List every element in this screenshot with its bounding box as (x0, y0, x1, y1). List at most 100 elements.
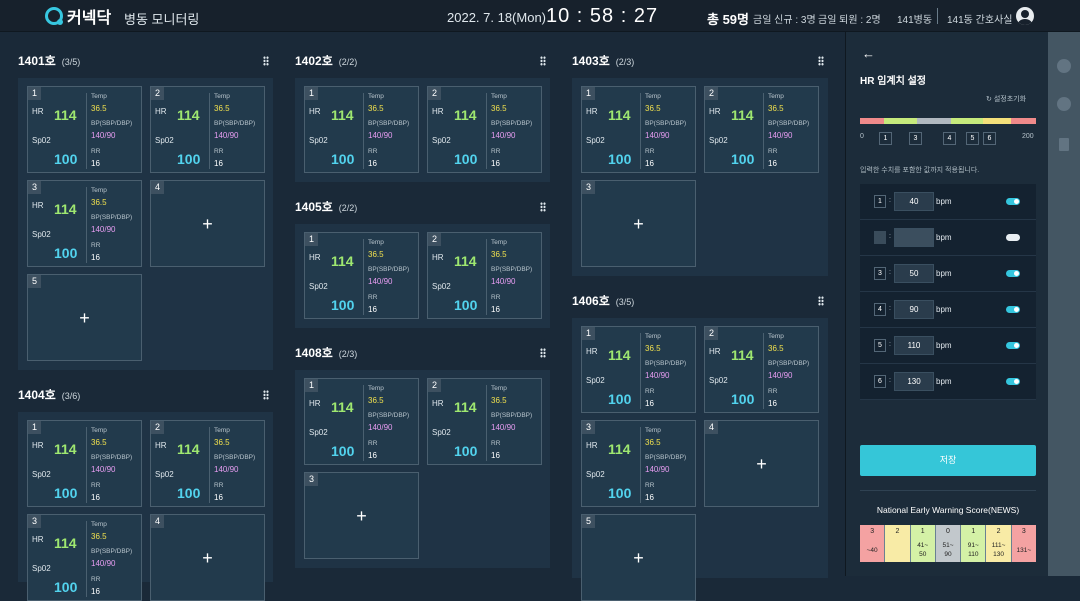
add-patient-icon[interactable]: + (633, 549, 644, 567)
bed-card[interactable]: 2 HR 114 Sp02 100 Temp 36.5 BP(SBP/DBP) 140/90 RR… (427, 86, 542, 173)
hr-label: HR (155, 107, 167, 116)
room-occupancy: (2/3) (615, 57, 635, 67)
threshold-toggle[interactable] (1006, 198, 1020, 205)
rr-value: 16 (645, 399, 654, 408)
threshold-value-input[interactable]: 50 (894, 264, 934, 283)
drag-handle-icon[interactable] (540, 202, 546, 212)
threshold-unit: bpm (936, 269, 952, 278)
bed-card[interactable]: 2 HR 114 Sp02 100 Temp 36.5 BP(SBP/DBP) 140/90 RR… (150, 420, 265, 507)
back-arrow-icon[interactable]: ← (862, 46, 875, 61)
room-card: 1402호 (2/2) 1 HR 114 Sp02 100 Temp 36.5 BP(SBP/DB… (295, 54, 550, 182)
threshold-value-input[interactable]: 110 (894, 336, 934, 355)
room-name: 1401호 (18, 54, 56, 68)
drag-handle-icon[interactable] (818, 296, 824, 306)
empty-bed-slot[interactable]: 3 + (581, 180, 696, 267)
user-avatar-icon[interactable] (1016, 7, 1034, 25)
bed-card[interactable]: 2 HR 114 Sp02 100 Temp 36.5 BP(SBP/DBP) 140/90 RR… (704, 326, 819, 413)
add-patient-icon[interactable]: + (202, 215, 213, 233)
threshold-row: 4:90 bpm (860, 292, 1036, 328)
threshold-toggle[interactable] (1006, 378, 1020, 385)
spo2-label: Sp02 (32, 136, 51, 145)
bp-value: 140/90 (768, 131, 793, 140)
spo2-value: 100 (608, 391, 632, 407)
threshold-color-bar (860, 118, 1036, 124)
temp-label: Temp (214, 93, 230, 100)
threshold-toggle[interactable] (1006, 270, 1020, 277)
bed-divider (763, 93, 764, 169)
room-card: 1406호 (3/5) 1 HR 114 Sp02 100 Temp 36.5 BP(SBP/DB… (572, 294, 828, 601)
add-patient-icon[interactable]: + (633, 215, 644, 233)
temp-label: Temp (91, 427, 107, 434)
reset-settings-button[interactable]: ↻ 설정초기화 (986, 94, 1026, 104)
threshold-unit: bpm (936, 305, 952, 314)
threshold-row: 3:50 bpm (860, 256, 1036, 292)
add-patient-icon[interactable]: + (79, 309, 90, 327)
save-button[interactable]: 저장 (860, 445, 1036, 476)
bed-card[interactable]: 2 HR 114 Sp02 100 Temp 36.5 BP(SBP/DBP) 140/90 RR… (427, 232, 542, 319)
drag-handle-icon[interactable] (540, 56, 546, 66)
add-patient-icon[interactable]: + (356, 507, 367, 525)
threshold-toggle[interactable] (1006, 306, 1020, 313)
empty-bed-slot[interactable]: 5 + (27, 274, 142, 361)
threshold-value-input[interactable] (894, 228, 934, 247)
bed-number: 4 (151, 515, 164, 528)
drag-handle-icon[interactable] (540, 348, 546, 358)
news-column: 1 91~ 110 (960, 525, 986, 562)
bed-card[interactable]: 1 HR 114 Sp02 100 Temp 36.5 BP(SBP/DBP) 140/90 RR… (27, 420, 142, 507)
bed-card[interactable]: 1 HR 114 Sp02 100 Temp 36.5 BP(SBP/DBP) 140/90 RR… (304, 378, 419, 465)
threshold-index: 5 (874, 339, 886, 352)
add-patient-icon[interactable]: + (202, 549, 213, 567)
threshold-value-input[interactable]: 90 (894, 300, 934, 319)
empty-bed-slot[interactable]: 4 + (150, 180, 265, 267)
spo2-value: 100 (454, 443, 478, 459)
document-icon[interactable] (1059, 138, 1069, 151)
bed-card[interactable]: 2 HR 114 Sp02 100 Temp 36.5 BP(SBP/DBP) 140/90 RR… (427, 378, 542, 465)
add-icon[interactable] (1057, 97, 1071, 111)
threshold-toggle[interactable] (1006, 342, 1020, 349)
rr-label: RR (491, 148, 501, 155)
bed-divider (209, 427, 210, 503)
news-score: 0 (935, 525, 961, 538)
drag-handle-icon[interactable] (263, 56, 269, 66)
spo2-label: Sp02 (309, 282, 328, 291)
bar-segment (1011, 118, 1036, 124)
bp-label: BP(SBP/DBP) (368, 266, 410, 273)
empty-bed-slot[interactable]: 4 + (150, 514, 265, 601)
hr-label: HR (586, 441, 598, 450)
drag-handle-icon[interactable] (818, 56, 824, 66)
threshold-index: 1 (874, 195, 886, 208)
temp-value: 36.5 (91, 532, 107, 541)
threshold-row: 1:40 bpm (860, 184, 1036, 220)
news-column: 2 111~ 130 (985, 525, 1011, 562)
hr-label: HR (432, 107, 444, 116)
bed-number: 1 (305, 379, 318, 392)
bed-card[interactable]: 3 HR 114 Sp02 100 Temp 36.5 BP(SBP/DBP) 140/90 RR… (27, 180, 142, 267)
room-name: 1403호 (572, 54, 610, 68)
bed-card[interactable]: 3 HR 114 Sp02 100 Temp 36.5 BP(SBP/DBP) 140/90 RR… (27, 514, 142, 601)
empty-bed-slot[interactable]: 4 + (704, 420, 819, 507)
alert-icon[interactable] (1057, 59, 1071, 73)
threshold-value-input[interactable]: 40 (894, 192, 934, 211)
app-logo[interactable]: 커넥닥 (45, 6, 111, 27)
bed-card[interactable]: 2 HR 114 Sp02 100 Temp 36.5 BP(SBP/DBP) 140/90 RR… (150, 86, 265, 173)
empty-bed-slot[interactable]: 3 + (304, 472, 419, 559)
threshold-value-input[interactable]: 130 (894, 372, 934, 391)
bed-card[interactable]: 1 HR 114 Sp02 100 Temp 36.5 BP(SBP/DBP) 140/90 RR… (27, 86, 142, 173)
drag-handle-icon[interactable] (263, 390, 269, 400)
bed-card[interactable]: 2 HR 114 Sp02 100 Temp 36.5 BP(SBP/DBP) 140/90 RR… (704, 86, 819, 173)
empty-bed-slot[interactable]: 5 + (581, 514, 696, 601)
hr-label: HR (432, 399, 444, 408)
bed-card[interactable]: 1 HR 114 Sp02 100 Temp 36.5 BP(SBP/DBP) 140/90 RR… (304, 86, 419, 173)
bed-card[interactable]: 1 HR 114 Sp02 100 Temp 36.5 BP(SBP/DBP) 140/90 RR… (581, 86, 696, 173)
bp-value: 140/90 (368, 277, 393, 286)
threshold-unit: bpm (936, 377, 952, 386)
threshold-list: 1:40 bpm 2: bpm 3:50 bpm 4:90 bpm 5:110 bpm 6:130 b… (860, 184, 1036, 400)
add-patient-icon[interactable]: + (756, 455, 767, 473)
rr-label: RR (645, 482, 655, 489)
spo2-value: 100 (177, 485, 201, 501)
bed-card[interactable]: 1 HR 114 Sp02 100 Temp 36.5 BP(SBP/DBP) 140/90 RR… (304, 232, 419, 319)
hr-label: HR (709, 107, 721, 116)
bed-card[interactable]: 1 HR 114 Sp02 100 Temp 36.5 BP(SBP/DBP) 140/90 RR… (581, 326, 696, 413)
threshold-toggle[interactable] (1006, 234, 1020, 241)
bed-card[interactable]: 3 HR 114 Sp02 100 Temp 36.5 BP(SBP/DBP) 140/90 RR… (581, 420, 696, 507)
